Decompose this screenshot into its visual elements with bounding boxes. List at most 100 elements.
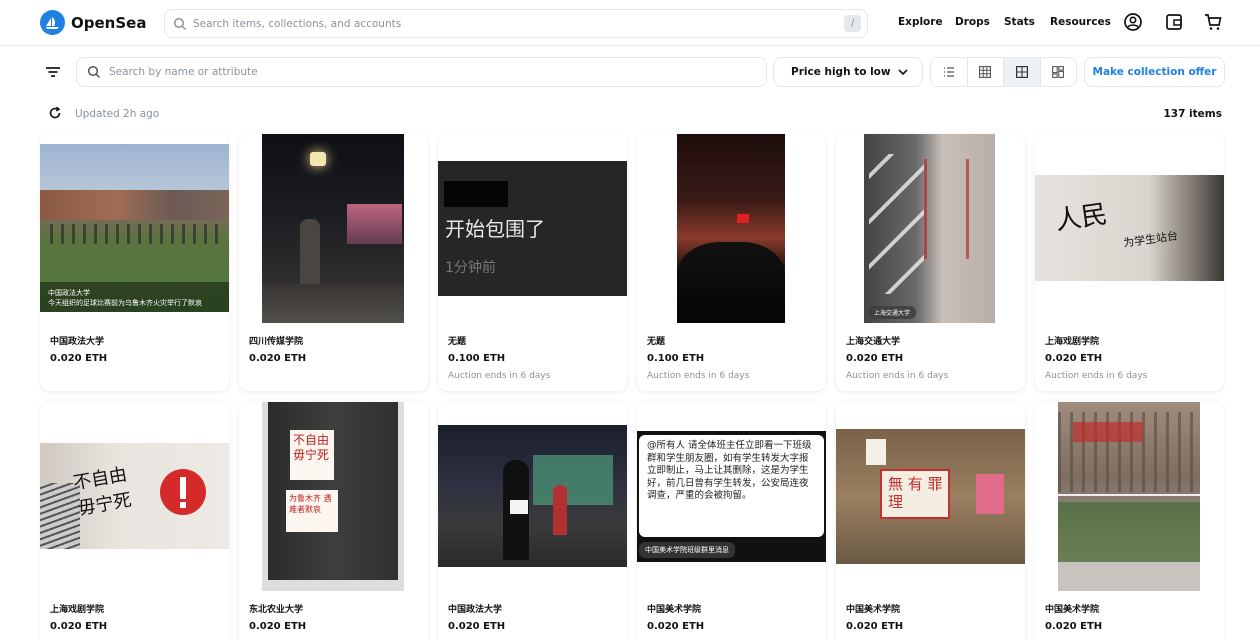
item-name: 上海交通大学 xyxy=(846,337,901,347)
item-price: 0.020 ETH xyxy=(50,621,108,632)
auction-status: Auction ends in 6 days xyxy=(647,371,750,381)
search-icon xyxy=(87,65,101,79)
item-name: 中国美术学院 xyxy=(647,605,702,615)
nft-card[interactable]: 中国美术学院 0.020 ETH xyxy=(1035,402,1224,640)
nft-card[interactable]: 不自由 毋宁死 为鲁木齐 遇难者默哀 东北农业大学 0.020 ETH xyxy=(239,402,428,640)
cart-icon[interactable] xyxy=(1203,12,1223,32)
global-search-input[interactable] xyxy=(193,17,844,30)
item-name: 四川传媒学院 xyxy=(249,337,304,347)
auction-status: Auction ends in 6 days xyxy=(846,371,949,381)
item-price: 0.020 ETH xyxy=(647,621,705,632)
image-text-sub: 1分钟前 xyxy=(445,260,496,276)
nft-card[interactable]: 不自由 毋宁死 上海戏剧学院 0.020 ETH xyxy=(40,402,229,640)
global-search[interactable]: / xyxy=(164,9,868,38)
item-price: 0.020 ETH xyxy=(1045,353,1103,364)
grid-large-view-button[interactable] xyxy=(1004,58,1041,86)
grid-masonry-icon xyxy=(1052,66,1065,78)
brand-name: OpenSea xyxy=(71,13,147,32)
card-image: 無 有 罪 理 xyxy=(836,402,1025,591)
image-text-sub: 为鲁木齐 遇难者默哀 xyxy=(286,490,338,532)
card-image: 中国政法大学 今天组织的足球比赛前为乌鲁木齐火灾举行了默哀 xyxy=(40,134,229,323)
item-name: 东北农业大学 xyxy=(249,605,304,615)
item-price: 0.020 ETH xyxy=(249,621,307,632)
item-name: 中国美术学院 xyxy=(1045,605,1100,615)
refresh-icon[interactable] xyxy=(48,106,62,120)
grid-masonry-view-button[interactable] xyxy=(1041,58,1077,86)
image-text-main: 不自由 毋宁死 xyxy=(71,464,134,520)
item-name: 无题 xyxy=(647,337,666,347)
card-image: 人民 为学生站台 xyxy=(1035,134,1224,323)
view-mode-switcher xyxy=(930,57,1077,87)
item-price: 0.100 ETH xyxy=(448,353,506,364)
attribute-search[interactable] xyxy=(76,57,767,87)
image-caption: 中国政法大学 今天组织的足球比赛前为乌鲁木齐火灾举行了默哀 xyxy=(48,289,202,307)
nft-card[interactable]: 無 有 罪 理 中国美术学院 0.020 ETH xyxy=(836,402,1025,640)
attribute-search-input[interactable] xyxy=(109,66,766,78)
item-price: 0.020 ETH xyxy=(249,353,307,364)
nav-stats[interactable]: Stats xyxy=(1004,16,1035,28)
list-view-button[interactable] xyxy=(931,58,968,86)
sort-dropdown[interactable]: Price high to low xyxy=(773,57,923,87)
wallet-icon[interactable] xyxy=(1164,12,1184,32)
opensea-logo-icon xyxy=(40,10,65,35)
auction-status: Auction ends in 6 days xyxy=(1045,371,1148,381)
opensea-logo[interactable]: OpenSea xyxy=(40,10,146,35)
search-icon xyxy=(173,17,187,30)
nft-card[interactable]: 无题 0.100 ETH Auction ends in 6 days xyxy=(637,134,826,391)
nav-drops[interactable]: Drops xyxy=(955,16,990,28)
image-text-main: @所有人 请全体班主任立即看一下班级群和学生朋友圈，如有学生转发大字报立即制止，… xyxy=(639,435,824,537)
nft-card[interactable]: 开始包围了 1分钟前 无题 0.100 ETH Auction ends in … xyxy=(438,134,627,391)
item-price: 0.020 ETH xyxy=(846,353,904,364)
last-updated-text: Updated 2h ago xyxy=(75,108,160,120)
card-image xyxy=(438,402,627,591)
make-collection-offer-button[interactable]: Make collection offer xyxy=(1084,57,1225,87)
image-text-main: 無 有 罪 理 xyxy=(888,475,943,511)
item-price: 0.020 ETH xyxy=(846,621,904,632)
items-grid: 中国政法大学 今天组织的足球比赛前为乌鲁木齐火灾举行了默哀 中国政法大学 0.0… xyxy=(40,134,1224,640)
nav-resources[interactable]: Resources xyxy=(1050,16,1111,28)
search-shortcut-key: / xyxy=(844,15,861,32)
grid-small-view-button[interactable] xyxy=(968,58,1004,86)
image-tag: 中国美术学院班级群里消息 xyxy=(639,542,735,558)
image-text-sub: 为学生站台 xyxy=(1122,229,1179,250)
card-image: 上海交通大学 xyxy=(836,134,1025,323)
nft-card[interactable]: 中国政法大学 今天组织的足球比赛前为乌鲁木齐火灾举行了默哀 中国政法大学 0.0… xyxy=(40,134,229,391)
item-name: 上海戏剧学院 xyxy=(1045,337,1100,347)
nft-card[interactable]: 四川传媒学院 0.020 ETH xyxy=(239,134,428,391)
item-price: 0.100 ETH xyxy=(647,353,705,364)
nav-explore[interactable]: Explore xyxy=(898,16,943,28)
sort-value: Price high to low xyxy=(791,66,891,78)
grid-large-icon xyxy=(1015,66,1028,78)
item-price: 0.020 ETH xyxy=(1045,621,1103,632)
image-tag: 上海交通大学 xyxy=(868,306,917,319)
item-name: 上海戏剧学院 xyxy=(50,605,105,615)
image-text-main: 人民 xyxy=(1053,199,1110,237)
image-text-main: 开始包围了 xyxy=(445,217,545,241)
nft-card[interactable]: @所有人 请全体班主任立即看一下班级群和学生朋友圈，如有学生转发大字报立即制止，… xyxy=(637,402,826,640)
card-image: 不自由 毋宁死 xyxy=(40,402,229,591)
item-price: 0.020 ETH xyxy=(448,621,506,632)
card-image: 不自由 毋宁死 为鲁木齐 遇难者默哀 xyxy=(239,402,428,591)
card-image: 开始包围了 1分钟前 xyxy=(438,134,627,323)
account-icon[interactable] xyxy=(1123,12,1143,32)
card-image xyxy=(1035,402,1224,591)
nft-card[interactable]: 中国政法大学 0.020 ETH xyxy=(438,402,627,640)
image-text-main: 不自由 毋宁死 xyxy=(290,430,334,480)
top-navigation-bar: OpenSea / Explore Drops Stats Resources xyxy=(0,0,1260,46)
chevron-down-icon xyxy=(898,68,908,75)
auction-status: Auction ends in 6 days xyxy=(448,371,551,381)
grid-small-icon xyxy=(979,66,992,78)
item-name: 无题 xyxy=(448,337,467,347)
nft-card[interactable]: 上海交通大学 上海交通大学 0.020 ETH Auction ends in … xyxy=(836,134,1025,391)
card-image xyxy=(637,134,826,323)
item-name: 中国政法大学 xyxy=(50,337,105,347)
item-name: 中国政法大学 xyxy=(448,605,503,615)
card-image xyxy=(239,134,428,323)
item-name: 中国美术学院 xyxy=(846,605,901,615)
list-view-icon xyxy=(943,67,954,77)
filter-toggle-icon[interactable] xyxy=(44,63,62,81)
card-image: @所有人 请全体班主任立即看一下班级群和学生朋友圈，如有学生转发大字报立即制止，… xyxy=(637,402,826,591)
item-count: 137 items xyxy=(1163,108,1222,120)
nft-card[interactable]: 人民 为学生站台 上海戏剧学院 0.020 ETH Auction ends i… xyxy=(1035,134,1224,391)
item-price: 0.020 ETH xyxy=(50,353,108,364)
